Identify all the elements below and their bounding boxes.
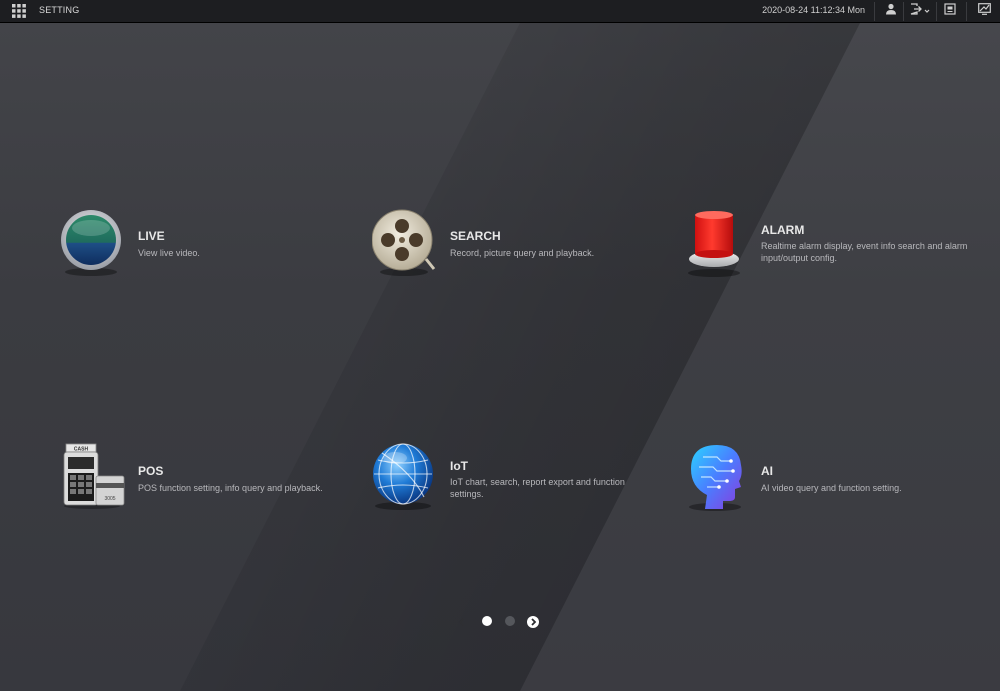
logout-icon [910,3,930,15]
logout-button[interactable] [906,3,936,20]
apps-grid-icon[interactable] [12,4,26,18]
iot-tile[interactable]: IoT IoT chart, search, report export and… [372,443,672,523]
separator [903,2,904,21]
live-icon [60,209,132,281]
fullscreen-button[interactable] [938,3,962,20]
page-dot-1-active[interactable] [482,616,492,626]
next-page-button[interactable] [527,615,539,628]
ai-title: AI [761,464,773,478]
pos-description: POS function setting, info query and pla… [138,483,323,493]
alarm-tile[interactable]: ALARM Realtime alarm display, event info… [683,209,983,289]
ai-tile[interactable]: AI AI video query and function setting. [683,443,983,523]
previous-page-button[interactable] [456,615,468,627]
ai-head-icon [683,443,755,515]
top-bar: SETTING 2020-08-24 11:12:34 Mon [0,0,1000,23]
fullscreen-icon [944,3,956,15]
live-title: LIVE [138,229,165,243]
search-description: Record, picture query and playback. [450,248,595,258]
cash-register-icon: CASH 3005 [60,443,132,515]
user-icon [886,3,896,15]
page-indicator [455,612,555,630]
datetime-display: 2020-08-24 11:12:34 Mon [762,5,865,15]
user-button[interactable] [879,3,903,20]
page-dot-2[interactable] [505,616,515,626]
search-tile[interactable]: SEARCH Record, picture query and playbac… [372,209,672,289]
pos-icon-card-label: 3005 [104,496,115,502]
ai-description: AI video query and function setting. [761,483,902,493]
display-icon [977,3,991,15]
alarm-siren-icon [683,209,755,281]
iot-title: IoT [450,459,468,473]
alarm-title: ALARM [761,223,805,237]
globe-icon [372,443,444,515]
search-title: SEARCH [450,229,501,243]
separator [936,2,937,21]
app-title: SETTING [39,5,80,15]
separator [874,2,875,21]
live-description: View live video. [138,248,200,258]
iot-description: IoT chart, search, report export and fun… [450,477,625,499]
pos-tile[interactable]: CASH 3005 POS POS function setting, info… [60,443,360,523]
alarm-description: Realtime alarm display, event info searc… [761,241,968,263]
chevron-left-icon [458,617,465,627]
chevron-right-icon [527,616,539,628]
background [0,23,1000,691]
pos-title: POS [138,464,164,478]
film-reel-icon [372,209,444,281]
live-tile[interactable]: LIVE View live video. [60,209,360,289]
separator [966,2,967,21]
display-button[interactable] [972,3,996,20]
